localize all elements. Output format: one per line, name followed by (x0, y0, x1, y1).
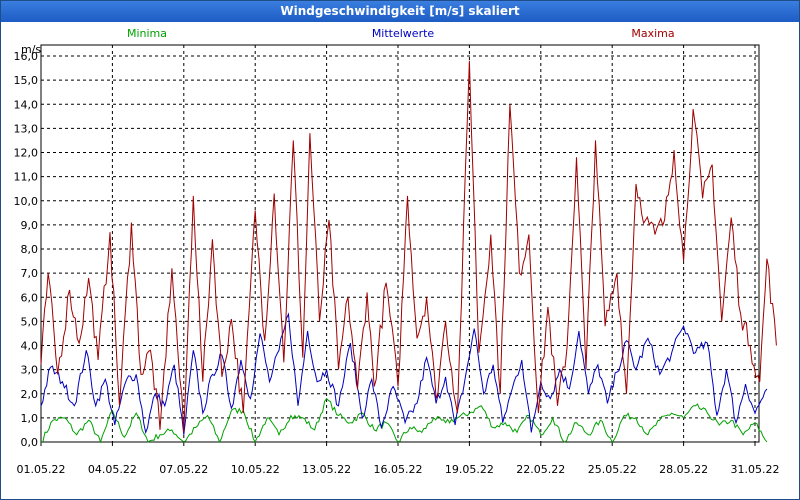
y-tick-label: 3,0 (21, 364, 39, 377)
window-title: Windgeschwindigkeit [m/s] skaliert (1, 1, 799, 22)
legend-maxima: Maxima (631, 27, 674, 40)
x-tick-label: 13.05.22 (302, 463, 351, 476)
legend-mittelwerte: Mittelwerte (372, 27, 435, 40)
chart-window: Windgeschwindigkeit [m/s] skaliert m/s M… (0, 0, 800, 500)
series-line-minima (40, 397, 768, 444)
x-tick-label: 10.05.22 (231, 463, 280, 476)
x-tick-label: 19.05.22 (445, 463, 494, 476)
x-tick-label: 07.05.22 (159, 463, 208, 476)
y-tick-label: 8,0 (21, 243, 39, 256)
x-tick-label: 16.05.22 (374, 463, 423, 476)
y-tick-label: 16,0 (14, 50, 39, 63)
y-tick-label: 6,0 (21, 291, 39, 304)
y-tick-label: 1,0 (21, 412, 39, 425)
y-tick-label: 12,0 (14, 147, 39, 160)
y-tick-label: 9,0 (21, 219, 39, 232)
y-tick-label: 4,0 (21, 340, 39, 353)
x-tick-label: 28.05.22 (659, 463, 708, 476)
y-tick-label: 7,0 (21, 267, 39, 280)
y-tick-label: 11,0 (14, 171, 39, 184)
y-tick-label: 5,0 (21, 315, 39, 328)
y-tick-label: 15,0 (14, 74, 39, 87)
chart-area: m/s Minima Mittelwerte Maxima 0,01,02,03… (14, 27, 780, 476)
x-tick-label: 22.05.22 (516, 463, 565, 476)
x-tick-label: 31.05.22 (731, 463, 780, 476)
plot-border (40, 44, 760, 443)
y-tick-label: 2,0 (21, 388, 39, 401)
legend-minima: Minima (127, 27, 167, 40)
y-tick-label: 0,0 (21, 436, 39, 449)
x-tick-label: 25.05.22 (588, 463, 637, 476)
y-tick-label: 13,0 (14, 122, 39, 135)
y-tick-label: 14,0 (14, 98, 39, 111)
x-tick-label: 04.05.22 (88, 463, 137, 476)
x-tick-label: 01.05.22 (17, 463, 66, 476)
series-line-mittelwerte (40, 312, 768, 435)
series-line-maxima (40, 60, 777, 433)
y-tick-label: 10,0 (14, 195, 39, 208)
